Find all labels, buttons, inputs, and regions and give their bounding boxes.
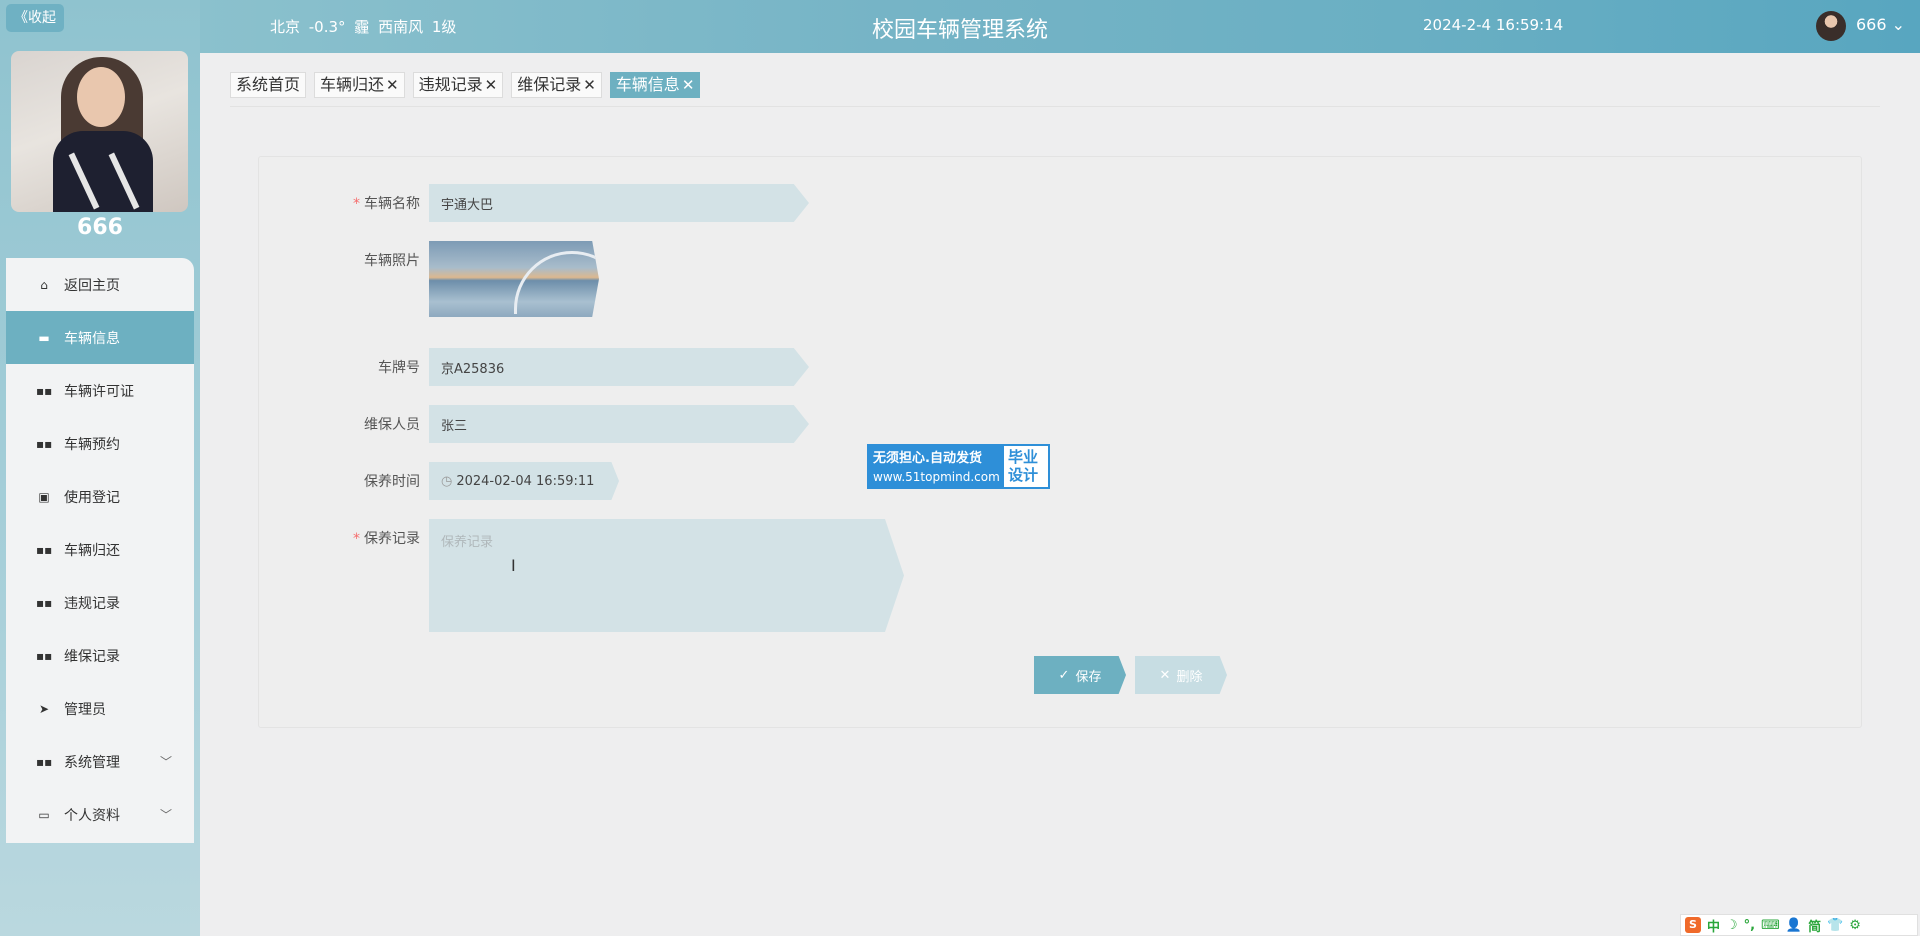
- keyboard-icon[interactable]: ⌨: [1761, 918, 1780, 933]
- user-icon[interactable]: 👤: [1786, 918, 1802, 933]
- sidebar-item-label: 违规记录: [64, 595, 120, 612]
- ime-toolbar[interactable]: S 中 ☽ °, ⌨ 👤 简 👕 ⚙: [1680, 914, 1918, 936]
- grid-icon: ▪▪: [36, 383, 53, 398]
- send-icon: ➤: [38, 701, 50, 716]
- sidebar-item-admin[interactable]: ➤ 管理员: [6, 682, 194, 735]
- tab-violations[interactable]: 违规记录 ✕: [412, 72, 504, 98]
- sidebar-item-label: 系统管理: [64, 754, 120, 771]
- ad-tag: 毕业: [1008, 448, 1039, 466]
- tab-label: 系统首页: [236, 75, 301, 94]
- sidebar-item-vehicle-booking[interactable]: ▪▪ 车辆预约: [6, 417, 194, 470]
- vehicle-name-input[interactable]: 宇通大巴: [429, 184, 809, 222]
- clipboard-icon: ▣: [38, 489, 50, 504]
- tab-bar: 系统首页 车辆归还 ✕ 违规记录 ✕ 维保记录 ✕ 车辆信息 ✕: [230, 72, 701, 98]
- grid-icon: ▪▪: [36, 754, 53, 769]
- avatar: [11, 51, 188, 212]
- grid-icon: ▪▪: [36, 648, 53, 663]
- close-icon[interactable]: ✕: [485, 73, 498, 97]
- datetime-display: 2024-2-4 16:59:14: [1423, 16, 1564, 34]
- chevron-down-icon: ﹀: [159, 808, 172, 822]
- sidebar-item-label: 使用登记: [64, 489, 120, 506]
- card-icon: ▭: [38, 807, 50, 822]
- simplified-toggle[interactable]: 简: [1808, 916, 1821, 935]
- sidebar-item-vehicle-return[interactable]: ▪▪ 车辆归还: [6, 523, 194, 576]
- sidebar-menu: ⌂ 返回主页 ▬ 车辆信息 ▪▪ 车辆许可证 ▪▪ 车辆预约 ▣ 使用登记 ▪▪ 车辆归还 …: [6, 258, 194, 843]
- user-menu[interactable]: 666 ⌄: [1856, 15, 1905, 34]
- collapse-button[interactable]: 《收起: [6, 4, 64, 32]
- tab-vehicle-info[interactable]: 车辆信息 ✕: [609, 72, 701, 98]
- sidebar-item-system-mgmt[interactable]: ▪▪ 系统管理 ﹀: [6, 735, 194, 788]
- close-icon[interactable]: ✕: [386, 73, 399, 97]
- tab-vehicle-return[interactable]: 车辆归还 ✕: [314, 72, 405, 98]
- required-mark: *: [353, 531, 360, 547]
- required-mark: *: [353, 196, 360, 212]
- ad-banner[interactable]: 无须担心.自动发货 www.51topmind.com 毕业 设计: [867, 444, 1050, 489]
- tab-label: 维保记录: [517, 75, 582, 94]
- maintainer-input[interactable]: 张三: [429, 405, 809, 443]
- sidebar-item-label: 管理员: [64, 701, 106, 718]
- sidebar-username: 666: [77, 215, 123, 240]
- vehicle-name-label: * 车辆名称: [353, 196, 420, 212]
- close-icon: ✕: [1159, 667, 1171, 683]
- punctuation-icon[interactable]: °,: [1744, 918, 1755, 933]
- sidebar-item-maintenance[interactable]: ▪▪ 维保记录: [6, 629, 194, 682]
- sidebar-item-label: 车辆许可证: [64, 383, 134, 400]
- grid-icon: ▪▪: [36, 542, 53, 557]
- clock-icon: ◷: [441, 473, 453, 489]
- sidebar-item-usage-register[interactable]: ▣ 使用登记: [6, 470, 194, 523]
- tab-home[interactable]: 系统首页: [230, 72, 307, 98]
- maint-record-textarea[interactable]: 保养记录: [429, 519, 904, 632]
- vehicle-photo[interactable]: [429, 241, 599, 317]
- sidebar-item-label: 车辆预约: [64, 436, 120, 453]
- ad-text: 无须担心.自动发货: [873, 451, 982, 466]
- top-bar: 北京 -0.3° 霾 西南风 1级 校园车辆管理系统 2024-2-4 16:5…: [200, 0, 1920, 53]
- skin-icon[interactable]: 👕: [1827, 918, 1843, 933]
- user-avatar[interactable]: [1816, 11, 1846, 41]
- maint-record-label: * 保养记录: [353, 531, 420, 547]
- delete-button[interactable]: ✕ 删除: [1135, 656, 1227, 694]
- sidebar-item-label: 车辆信息: [64, 330, 120, 347]
- sidebar-item-home[interactable]: ⌂ 返回主页: [6, 258, 194, 311]
- tab-maintenance[interactable]: 维保记录 ✕: [511, 72, 602, 98]
- ad-url: www.51topmind.com: [873, 470, 1000, 484]
- sidebar-item-vehicle-permit[interactable]: ▪▪ 车辆许可证: [6, 364, 194, 417]
- sidebar-item-label: 返回主页: [64, 277, 120, 294]
- vehicle-photo-label: 车辆照片: [364, 253, 420, 269]
- home-icon: ⌂: [40, 277, 48, 292]
- ime-logo-icon: S: [1685, 917, 1701, 933]
- plate-input[interactable]: 京A25836: [429, 348, 809, 386]
- sidebar: 《收起 666 ⌂ 返回主页 ▬ 车辆信息 ▪▪ 车辆许可证 ▪▪ 车辆预约 ▣ 使用登记…: [0, 0, 200, 936]
- tab-label: 车辆归还: [320, 75, 385, 94]
- tab-label: 车辆信息: [615, 75, 680, 94]
- text-cursor-icon: I: [511, 556, 516, 575]
- sidebar-item-profile[interactable]: ▭ 个人资料 ﹀: [6, 788, 194, 841]
- moon-icon[interactable]: ☽: [1726, 918, 1738, 933]
- gear-icon[interactable]: ⚙: [1849, 918, 1861, 933]
- maint-time-label: 保养时间: [364, 474, 420, 490]
- sidebar-item-label: 车辆归还: [64, 542, 120, 559]
- maint-time-value: 2024-02-04 16:59:11: [456, 473, 595, 489]
- sidebar-item-label: 维保记录: [64, 648, 120, 665]
- sidebar-item-violations[interactable]: ▪▪ 违规记录: [6, 576, 194, 629]
- divider: [230, 106, 1880, 107]
- maint-time-picker[interactable]: ◷ 2024-02-04 16:59:11: [429, 462, 619, 500]
- maintainer-label: 维保人员: [364, 417, 420, 433]
- close-icon[interactable]: ✕: [682, 73, 695, 97]
- save-button[interactable]: ✓ 保存: [1034, 656, 1126, 694]
- grid-icon: ▪▪: [36, 436, 53, 451]
- close-icon[interactable]: ✕: [583, 73, 596, 97]
- chat-icon: ▬: [38, 330, 50, 345]
- chevron-down-icon: ﹀: [159, 755, 172, 769]
- ime-mode[interactable]: 中: [1707, 916, 1720, 935]
- sidebar-item-label: 个人资料: [64, 807, 120, 824]
- plate-label: 车牌号: [378, 360, 420, 376]
- tab-label: 违规记录: [418, 75, 483, 94]
- ad-tag: 设计: [1008, 466, 1039, 484]
- check-icon: ✓: [1058, 667, 1070, 683]
- sidebar-item-vehicle-info[interactable]: ▬ 车辆信息: [6, 311, 194, 364]
- grid-icon: ▪▪: [36, 595, 53, 610]
